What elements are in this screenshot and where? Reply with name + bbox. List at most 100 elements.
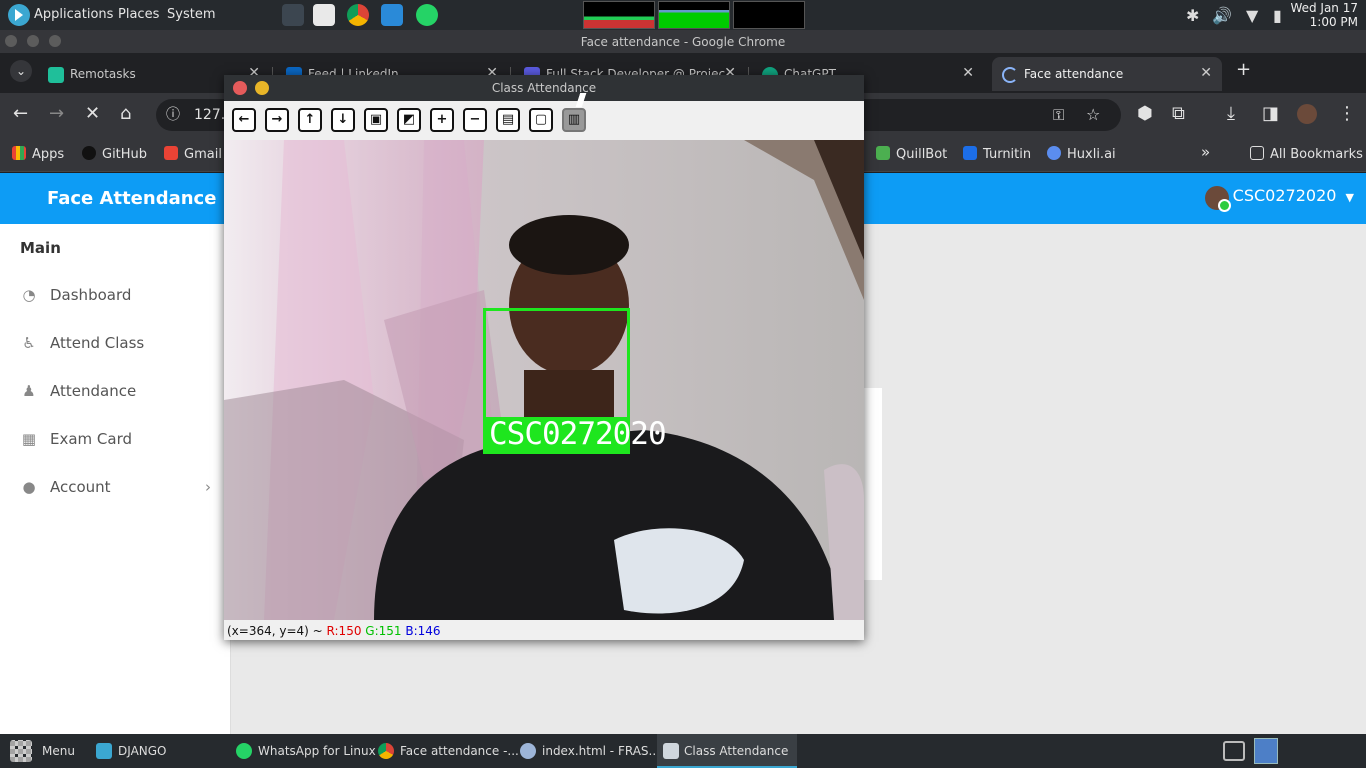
pixel-coordinates: (x=364, y=4) ~ — [227, 624, 323, 638]
zoom-out-icon[interactable]: − — [463, 108, 487, 132]
task-class-attendance[interactable]: Class Attendance — [657, 734, 797, 768]
bookmark-all-bookmarks[interactable]: All Bookmarks — [1250, 146, 1363, 162]
properties-icon[interactable]: ▥ — [562, 108, 586, 132]
brand-title[interactable]: Face Attendance — [47, 188, 216, 209]
zoom-original-image-icon[interactable]: ◩ — [397, 108, 421, 132]
bookmark-github[interactable]: GitHub — [82, 146, 147, 162]
github-icon — [82, 146, 96, 160]
remotasks-favicon-icon — [48, 67, 64, 83]
terminal-launcher-icon[interactable] — [282, 4, 304, 26]
cv-status-bar: (x=364, y=4) ~ R:150 G:151 B:146 — [224, 620, 864, 640]
text-editor-launcher-icon[interactable] — [313, 4, 335, 26]
bookmark-star-icon[interactable]: ☆ — [1086, 104, 1100, 126]
pixel-blue-value: B:146 — [405, 624, 441, 638]
task-whatsapp[interactable]: WhatsApp for Linux — [236, 734, 376, 768]
stop-button[interactable]: ✕ — [85, 103, 100, 125]
workspace-switcher[interactable] — [1254, 738, 1278, 764]
taskbar: Menu DJANGO WhatsApp for Linux Face atte… — [0, 734, 1366, 768]
folder-icon — [1250, 146, 1264, 160]
pan-right-icon[interactable]: → — [265, 108, 289, 132]
sidebar-item-label: Exam Card — [50, 430, 133, 448]
places-menu[interactable]: Places — [118, 7, 159, 22]
bookmark-huxli[interactable]: Huxli.ai — [1047, 146, 1116, 162]
extensions-puzzle-icon[interactable]: ⧉ — [1172, 103, 1185, 125]
cv-titlebar[interactable]: Class Attendance — [224, 75, 864, 101]
download-icon[interactable]: ⤓ — [1227, 103, 1235, 125]
class-attendance-window: Class Attendance ← → ↑ ↓ ▣ ◩ + − ▤ ▢ ▥ C… — [224, 75, 864, 640]
user-menu[interactable]: CSC0272020 ▼ — [1204, 186, 1354, 212]
distro-logo-icon[interactable] — [8, 4, 30, 26]
chrome-titlebar[interactable]: Face attendance - Google Chrome — [0, 30, 1366, 53]
clock[interactable]: Wed Jan 17 1:00 PM — [1290, 1, 1358, 29]
zoom-in-icon[interactable]: + — [430, 108, 454, 132]
pixel-green-value: G:151 — [365, 624, 402, 638]
back-button[interactable]: ← — [13, 103, 28, 125]
tab-search-button[interactable]: ⌄ — [10, 60, 32, 82]
close-tab-icon[interactable]: ✕ — [962, 65, 974, 81]
username: CSC0272020 — [1232, 186, 1337, 205]
clock-day: Wed Jan 17 — [1290, 1, 1358, 15]
applications-menu[interactable]: Applications — [34, 7, 113, 22]
chrome-launcher-icon[interactable] — [347, 4, 369, 26]
tab-label: Remotasks — [70, 67, 136, 81]
system-menu[interactable]: System — [167, 7, 215, 22]
sidebar-item-label: Account — [50, 478, 111, 496]
tab-face-attendance[interactable]: Face attendance ✕ — [992, 57, 1222, 91]
pan-down-icon[interactable]: ↓ — [331, 108, 355, 132]
camera-feed[interactable]: CSC0272020 — [224, 140, 864, 620]
network-graph — [733, 1, 805, 29]
pixel-red-value: R:150 — [326, 624, 362, 638]
close-tab-icon[interactable]: ✕ — [1200, 65, 1212, 81]
avatar — [1204, 186, 1231, 212]
zoom-fit-image-icon[interactable]: ▣ — [364, 108, 388, 132]
chevron-right-icon: › — [205, 478, 211, 496]
more-menu-icon[interactable]: ⋮ — [1338, 103, 1356, 125]
battery-icon[interactable]: ▮ — [1273, 6, 1282, 25]
cv-toolbar: ← → ↑ ↓ ▣ ◩ + − ▤ ▢ ▥ — [224, 101, 864, 140]
bookmark-quillbot[interactable]: QuillBot — [876, 146, 947, 162]
sidebar-item-account[interactable]: ● Account › — [0, 468, 231, 508]
gmail-icon — [164, 146, 178, 160]
task-vscode[interactable]: index.html - FRAS... — [520, 734, 660, 768]
new-tab-button[interactable]: + — [1236, 59, 1251, 81]
content-card — [862, 388, 882, 580]
volume-icon[interactable]: 🔊 — [1212, 6, 1232, 25]
bookmark-turnitin[interactable]: Turnitin — [963, 146, 1031, 162]
memory-graph — [658, 1, 730, 29]
save-image-icon[interactable]: ▤ — [496, 108, 520, 132]
start-menu-button[interactable]: Menu — [10, 734, 90, 768]
bookmark-gmail[interactable]: Gmail — [164, 146, 222, 162]
whatsapp-launcher-icon[interactable] — [416, 4, 438, 26]
side-panel-icon[interactable]: ◨ — [1262, 103, 1279, 125]
sidebar-item-label: Dashboard — [50, 286, 132, 304]
password-key-icon[interactable]: ⚿ — [1053, 104, 1064, 126]
chrome-icon — [378, 743, 394, 759]
calendar-icon: ▦ — [21, 430, 37, 448]
task-django[interactable]: DJANGO — [96, 734, 226, 768]
wifi-icon[interactable]: ▼ — [1246, 6, 1258, 25]
grid-menu-icon — [10, 740, 32, 762]
forward-button[interactable]: → — [49, 103, 64, 125]
system-panel: Applications Places System ✱ 🔊 ▼ ▮ Wed J… — [0, 0, 1366, 30]
pan-up-icon[interactable]: ↑ — [298, 108, 322, 132]
user-icon: ● — [22, 478, 36, 496]
copy-clipboard-icon[interactable]: ▢ — [529, 108, 553, 132]
sidebar-item-attendance[interactable]: ♟ Attendance — [0, 372, 231, 412]
bookmark-apps[interactable]: Apps — [12, 146, 64, 162]
task-chrome[interactable]: Face attendance -... — [378, 734, 519, 768]
detection-label: CSC0272020 — [489, 416, 667, 452]
site-info-icon[interactable]: ⓘ — [166, 104, 180, 126]
sidebar-item-dashboard[interactable]: ◔ Dashboard — [0, 276, 231, 316]
more-bookmarks-chevron-icon[interactable]: » — [1201, 143, 1210, 161]
huxli-icon — [1047, 146, 1061, 160]
bluetooth-icon[interactable]: ✱ — [1186, 6, 1199, 25]
home-button[interactable]: ⌂ — [120, 103, 131, 125]
vscode-launcher-icon[interactable] — [381, 4, 403, 26]
sidebar-item-exam-card[interactable]: ▦ Exam Card — [0, 420, 231, 460]
sidebar-item-attend-class[interactable]: ♿ Attend Class — [0, 324, 231, 364]
profile-avatar-icon[interactable] — [1297, 104, 1317, 124]
user-tie-icon: ♟ — [22, 382, 36, 400]
pan-left-icon[interactable]: ← — [232, 108, 256, 132]
extension-icon[interactable]: ⬢ — [1137, 103, 1153, 125]
filezilla-icon[interactable] — [1223, 741, 1245, 761]
